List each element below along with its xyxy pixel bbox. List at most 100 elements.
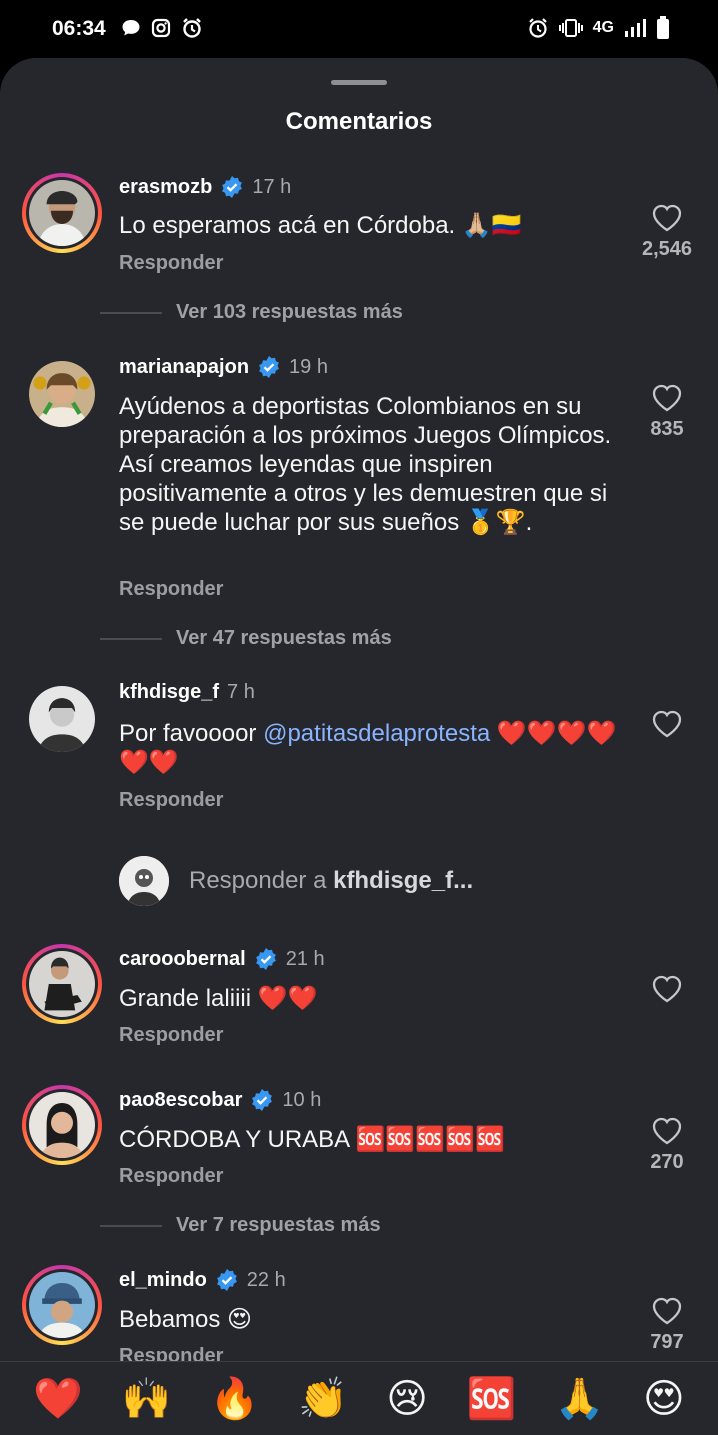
- chat-bubble-icon: [122, 20, 140, 36]
- view-more-replies[interactable]: Ver 7 respuestas más: [100, 1214, 381, 1237]
- view-more-replies[interactable]: Ver 103 respuestas más: [100, 301, 403, 324]
- verified-badge-icon: [216, 1269, 237, 1291]
- notification-icons: [121, 17, 203, 39]
- heart-icon: [652, 1297, 682, 1325]
- comments-sheet: Comentarios erasmozb 17 h Lo esperamos a…: [0, 58, 718, 1435]
- heart-icon: [652, 204, 682, 232]
- heart-eyes-emoji-button[interactable]: 😍: [643, 1379, 685, 1419]
- comment-meta: kfhdisge_f 7 h: [119, 681, 255, 704]
- sheet-title: Comentarios: [285, 108, 433, 135]
- divider-line: [100, 1224, 162, 1227]
- comment-time: 7 h: [227, 681, 255, 703]
- signal-icon: [625, 19, 646, 37]
- avatar[interactable]: [29, 180, 95, 246]
- comment-time: 21 h: [285, 947, 325, 970]
- avatar[interactable]: [29, 1272, 95, 1338]
- vibrate-icon: [558, 19, 583, 37]
- username[interactable]: marianapajon: [119, 356, 249, 379]
- comment-time: 10 h: [282, 1088, 322, 1111]
- story-ring[interactable]: [22, 173, 102, 253]
- username[interactable]: pao8escobar: [119, 1089, 242, 1112]
- comment-meta: carooobernal 21 h: [119, 947, 325, 971]
- view-more-label[interactable]: Ver 47 respuestas más: [176, 627, 392, 650]
- comment-text-before: Por favoooor: [119, 720, 264, 747]
- username[interactable]: erasmozb: [119, 176, 212, 199]
- reply-input[interactable]: Responder a kfhdisge_f...: [189, 867, 473, 895]
- heart-icon: [652, 384, 682, 412]
- mention-link[interactable]: @patitasdelaprotesta: [263, 720, 490, 747]
- like-button[interactable]: 835: [638, 384, 696, 441]
- view-more-label[interactable]: Ver 7 respuestas más: [176, 1214, 381, 1237]
- red-heart-emoji-button[interactable]: ❤️: [33, 1379, 83, 1419]
- comment-meta: erasmozb 17 h: [119, 175, 291, 199]
- battery-icon: [657, 16, 669, 39]
- reply-button[interactable]: Responder: [119, 1024, 223, 1047]
- heart-icon: [652, 1117, 682, 1145]
- comment-text: Ayúdenos a deportistas Colombianos en su…: [119, 393, 612, 536]
- verified-badge-icon: [252, 1089, 273, 1111]
- like-button[interactable]: 797: [638, 1297, 696, 1354]
- clapping-hands-emoji-button[interactable]: 👏: [298, 1379, 348, 1419]
- alarm-icon: [528, 18, 547, 38]
- avatar[interactable]: [29, 361, 95, 427]
- reply-target-username: kfhdisge_f...: [333, 867, 474, 894]
- heart-icon: [652, 710, 682, 738]
- comment-text: Por favoooor @patitasdelaprotesta ❤️❤️❤️…: [119, 719, 619, 777]
- comment-text: Grande laliiii ❤️❤️: [119, 985, 318, 1012]
- status-time: 06:34: [52, 17, 106, 40]
- emoji-reaction-bar: ❤️ 🙌 🔥 👏 😢 🆘 🙏 😍: [0, 1361, 718, 1435]
- fire-emoji-button[interactable]: 🔥: [210, 1379, 260, 1419]
- sos-emoji-button[interactable]: 🆘: [466, 1379, 516, 1419]
- divider-line: [100, 311, 162, 314]
- heart-icon: [652, 975, 682, 1003]
- comment-text: CÓRDOBA Y URABA 🆘🆘🆘🆘🆘: [119, 1126, 505, 1153]
- like-button[interactable]: [638, 710, 696, 738]
- avatar[interactable]: [29, 951, 95, 1017]
- like-button[interactable]: 2,546: [638, 204, 696, 261]
- like-count: 2,546: [641, 238, 693, 260]
- username[interactable]: carooobernal: [119, 948, 246, 971]
- comment-text: Lo esperamos acá en Córdoba. 🙏🏼🇨🇴: [119, 212, 522, 239]
- alarm-icon: [183, 18, 201, 38]
- network-type: 4G: [592, 19, 614, 36]
- like-count: 835: [650, 418, 684, 440]
- reply-button[interactable]: Responder: [119, 252, 223, 275]
- view-more-label[interactable]: Ver 103 respuestas más: [176, 301, 403, 324]
- avatar[interactable]: [29, 686, 95, 752]
- comment-text: Bebamos 😍: [119, 1306, 253, 1333]
- reply-button[interactable]: Responder: [119, 1165, 223, 1188]
- like-button[interactable]: [638, 975, 696, 1003]
- divider-line: [100, 637, 162, 640]
- drag-handle[interactable]: [331, 80, 387, 85]
- raising-hands-emoji-button[interactable]: 🙌: [121, 1379, 171, 1419]
- verified-badge-icon: [255, 948, 276, 970]
- username[interactable]: el_mindo: [119, 1269, 207, 1292]
- avatar-wrapper[interactable]: [22, 679, 102, 759]
- system-icons: 4G: [527, 16, 670, 40]
- story-ring[interactable]: [22, 944, 102, 1024]
- comment-time: 19 h: [289, 355, 328, 378]
- crying-face-emoji-button[interactable]: 😢: [386, 1379, 428, 1419]
- comment-time: 17 h: [252, 175, 292, 198]
- reply-button[interactable]: Responder: [119, 578, 223, 601]
- instagram-icon: [151, 18, 171, 38]
- story-ring[interactable]: [22, 1085, 102, 1165]
- current-user-avatar: [119, 856, 169, 906]
- story-ring[interactable]: [22, 1265, 102, 1345]
- reply-prefix: Responder a: [189, 867, 334, 894]
- comment-meta: pao8escobar 10 h: [119, 1088, 321, 1112]
- avatar[interactable]: [29, 1092, 95, 1158]
- comment-meta: marianapajon 19 h: [119, 355, 328, 379]
- like-count: 797: [650, 1331, 684, 1353]
- reply-button[interactable]: Responder: [119, 789, 223, 812]
- comment-time: 22 h: [246, 1268, 286, 1291]
- verified-badge-icon: [259, 356, 279, 378]
- status-bar: 06:34 4G: [0, 0, 718, 60]
- like-button[interactable]: 270: [638, 1117, 696, 1174]
- reply-composer[interactable]: Responder a kfhdisge_f...: [119, 856, 473, 906]
- folded-hands-emoji-button[interactable]: 🙏: [555, 1379, 605, 1419]
- like-count: 270: [650, 1151, 684, 1173]
- view-more-replies[interactable]: Ver 47 respuestas más: [100, 627, 392, 650]
- avatar-wrapper[interactable]: [22, 354, 102, 434]
- username[interactable]: kfhdisge_f: [119, 681, 219, 704]
